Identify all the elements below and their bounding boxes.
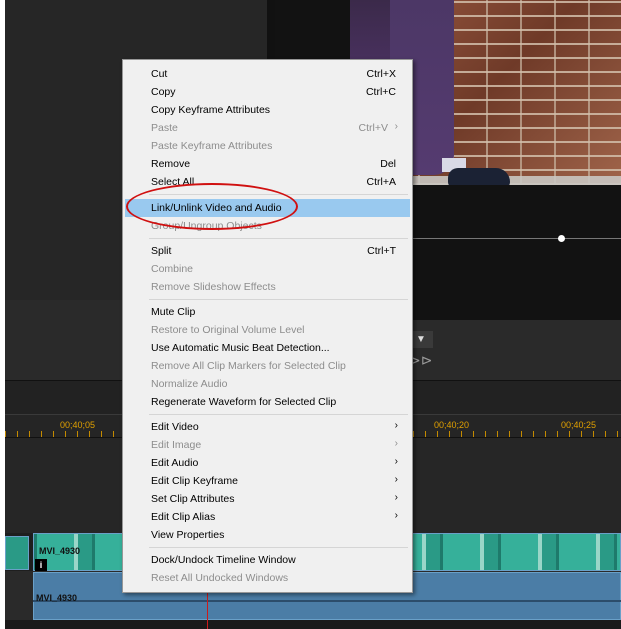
menu-item-remove-clip-markers[interactable]: Remove All Clip Markers for Selected Cli…: [125, 357, 410, 375]
menu-item-view-properties[interactable]: View Properties: [125, 526, 410, 544]
ruler-label: 00;40;25: [561, 420, 597, 430]
menu-separator: [149, 414, 408, 415]
chevron-right-icon: ›: [394, 121, 398, 132]
menu-item-dock-undock-timeline[interactable]: Dock/Undock Timeline Window: [125, 551, 410, 569]
scrub-handle[interactable]: [558, 235, 565, 242]
menu-item-label: Restore to Original Volume Level: [151, 324, 305, 336]
menu-item-reset-undocked-windows[interactable]: Reset All Undocked Windows: [125, 569, 410, 587]
menu-item-edit-video[interactable]: Edit Video ›: [125, 418, 410, 436]
menu-item-label: Cut: [151, 68, 168, 80]
menu-item-copy[interactable]: Copy Ctrl+C: [125, 83, 410, 101]
menu-item-label: Edit Audio: [151, 457, 199, 469]
menu-item-label: Edit Video: [151, 421, 199, 433]
context-menu: Cut Ctrl+X Copy Ctrl+C Copy Keyframe Att…: [122, 59, 413, 593]
chevron-right-icon: ›: [394, 420, 398, 431]
menu-item-mute-clip[interactable]: Mute Clip: [125, 303, 410, 321]
menu-item-edit-clip-alias[interactable]: Edit Clip Alias ›: [125, 508, 410, 526]
menu-item-label: Remove All Clip Markers for Selected Cli…: [151, 360, 346, 372]
menu-item-label: Edit Image: [151, 439, 202, 451]
menu-item-shortcut: Ctrl+C: [365, 86, 396, 98]
chevron-right-icon: ›: [394, 438, 398, 449]
menu-item-label: Dock/Undock Timeline Window: [151, 554, 296, 566]
triangle-down-icon: ▼: [416, 334, 426, 345]
chevron-right-icon: ›: [394, 510, 398, 521]
menu-item-remove-slideshow-effects[interactable]: Remove Slideshow Effects: [125, 278, 410, 296]
menu-item-cut[interactable]: Cut Ctrl+X: [125, 65, 410, 83]
menu-item-shortcut: Ctrl+T: [367, 245, 396, 257]
menu-item-edit-audio[interactable]: Edit Audio ›: [125, 454, 410, 472]
menu-item-label: Regenerate Waveform for Selected Clip: [151, 396, 337, 408]
chevron-right-icon: ›: [394, 474, 398, 485]
menu-item-regenerate-waveform[interactable]: Regenerate Waveform for Selected Clip: [125, 393, 410, 411]
menu-item-label: Remove Slideshow Effects: [151, 281, 276, 293]
menu-item-shortcut: Ctrl+V: [358, 122, 388, 134]
menu-item-label: Edit Clip Alias: [151, 511, 216, 523]
menu-item-label: Normalize Audio: [151, 378, 228, 390]
menu-item-label: Paste Keyframe Attributes: [151, 140, 273, 152]
menu-item-label: Copy Keyframe Attributes: [151, 104, 271, 116]
chevron-right-icon: ›: [394, 456, 398, 467]
chevron-right-icon: ›: [394, 492, 398, 503]
ruler-label: 00;40;05: [60, 420, 96, 430]
menu-item-edit-image[interactable]: Edit Image ›: [125, 436, 410, 454]
menu-item-label: Set Clip Attributes: [151, 493, 235, 505]
timeline-scrollbar[interactable]: [5, 620, 621, 629]
menu-item-set-clip-attributes[interactable]: Set Clip Attributes ›: [125, 490, 410, 508]
menu-item-shortcut: Del: [380, 158, 396, 170]
menu-item-music-beat-detection[interactable]: Use Automatic Music Beat Detection...: [125, 339, 410, 357]
menu-separator: [149, 238, 408, 239]
menu-item-label: Paste: [151, 122, 178, 134]
menu-item-label: Reset All Undocked Windows: [151, 572, 289, 584]
highlight-ellipse: [126, 183, 298, 230]
menu-separator: [149, 547, 408, 548]
menu-item-shortcut: Ctrl+A: [366, 176, 396, 188]
menu-item-normalize-audio[interactable]: Normalize Audio: [125, 375, 410, 393]
menu-item-split[interactable]: Split Ctrl+T: [125, 242, 410, 260]
menu-item-label: View Properties: [151, 529, 225, 541]
info-icon[interactable]: i: [35, 559, 47, 571]
menu-item-paste-keyframe-attributes[interactable]: Paste Keyframe Attributes: [125, 137, 410, 155]
menu-item-paste[interactable]: Paste Ctrl+V ›: [125, 119, 410, 137]
previous-video-clip[interactable]: [5, 536, 29, 570]
menu-item-label: Mute Clip: [151, 306, 196, 318]
preview-shoe: [448, 168, 510, 185]
menu-item-label: Edit Clip Keyframe: [151, 475, 238, 487]
menu-item-restore-volume[interactable]: Restore to Original Volume Level: [125, 321, 410, 339]
menu-item-remove[interactable]: Remove Del: [125, 155, 410, 173]
menu-item-label: Use Automatic Music Beat Detection...: [151, 342, 330, 354]
preview-scrub-bar[interactable]: [405, 238, 621, 239]
ruler-label: 00;40;20: [434, 420, 470, 430]
menu-item-label: Copy: [151, 86, 176, 98]
menu-item-label: Split: [151, 245, 172, 257]
video-clip-label: MVI_4930: [39, 546, 81, 556]
menu-item-label: Remove: [151, 158, 191, 170]
menu-item-shortcut: Ctrl+X: [366, 68, 396, 80]
audio-clip-label: MVI_4930: [36, 593, 78, 603]
menu-item-combine[interactable]: Combine: [125, 260, 410, 278]
menu-item-copy-keyframe-attributes[interactable]: Copy Keyframe Attributes: [125, 101, 410, 119]
menu-item-label: Combine: [151, 263, 194, 275]
menu-item-edit-clip-keyframe[interactable]: Edit Clip Keyframe ›: [125, 472, 410, 490]
audio-waveform: [33, 600, 621, 602]
menu-separator: [149, 299, 408, 300]
